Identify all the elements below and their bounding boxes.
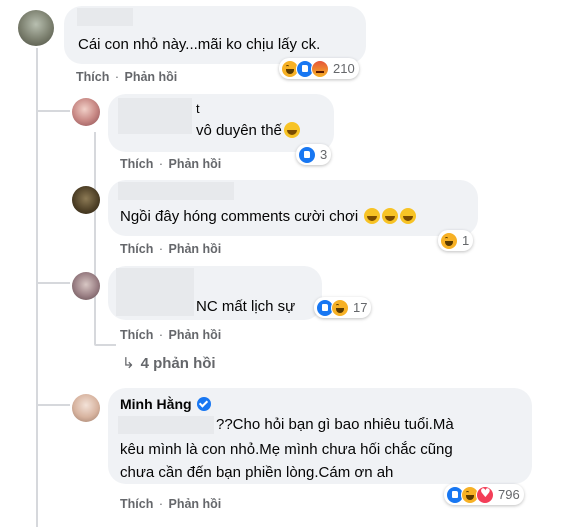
reaction-count: 210 [333, 61, 355, 76]
mentioned-name[interactable] [118, 416, 214, 434]
reply-link[interactable]: Phản hồi [168, 497, 221, 511]
comment-text-line: kêu mình là con nhỏ.Mẹ mình chưa hối chắ… [120, 441, 453, 458]
like-link[interactable]: Thích [120, 497, 153, 511]
like-link[interactable]: Thích [76, 70, 109, 84]
like-link[interactable]: Thích [120, 242, 153, 256]
view-replies-link[interactable]: ↳ 4 phản hồi [122, 354, 216, 372]
avatar[interactable] [18, 10, 54, 46]
replies-connector [94, 344, 116, 346]
reaction-summary[interactable]: 17 [314, 297, 372, 318]
comment-actions: Thích · Phản hồi [120, 497, 221, 511]
separator: · [114, 70, 119, 84]
haha-reaction-icon [331, 298, 349, 317]
reply-link[interactable]: Phản hồi [168, 242, 221, 256]
thread-line-main [36, 48, 38, 527]
reaction-count: 17 [353, 300, 368, 315]
thread-connector-4 [36, 404, 70, 406]
comment-text: vô duyên thế [196, 120, 300, 142]
comment-text: Cái con nhỏ này...mãi ko chịu lấy ck. [78, 36, 321, 53]
reply-link[interactable]: Phản hồi [168, 328, 221, 342]
love-reaction-icon [476, 485, 494, 504]
avatar[interactable] [72, 394, 100, 422]
author-name[interactable] [116, 268, 194, 316]
author-name[interactable]: Minh Hằng [120, 396, 211, 412]
author-name-fragment: t [196, 101, 200, 116]
comment-actions: Thích · Phản hồi [120, 157, 221, 171]
comment-actions: Thích · Phản hồi [120, 328, 221, 342]
comment-actions: Thích · Phản hồi [76, 70, 177, 84]
comment-text-line: chưa cần đến bạn phiền lòng.Cám ơn ah [120, 464, 394, 481]
comment-text: Ngồi đây hóng comments cười chơi [120, 206, 417, 228]
grinning-emoji-icon [382, 208, 399, 224]
angry-reaction-icon [311, 59, 329, 78]
comment-text: NC mất lịch sự [196, 298, 296, 315]
thread-connector-3 [36, 282, 70, 284]
avatar[interactable] [72, 186, 100, 214]
author-name[interactable] [118, 182, 234, 200]
reply-arrow-icon: ↳ [122, 354, 135, 372]
reaction-count: 796 [498, 487, 520, 502]
reaction-summary[interactable]: 796 [444, 484, 524, 505]
thread-line-replies [94, 132, 96, 344]
laughing-emoji-icon [283, 122, 300, 138]
grinning-emoji-icon [400, 208, 417, 224]
separator: · [158, 242, 163, 256]
reply-link[interactable]: Phản hồi [124, 70, 177, 84]
grinning-emoji-icon [364, 208, 381, 224]
comment-text-line: ??Cho hỏi bạn gì bao nhiêu tuổi.Mà [216, 416, 454, 433]
haha-reaction-icon [440, 231, 458, 250]
separator: · [158, 328, 163, 342]
author-name-text: Minh Hằng [120, 396, 192, 412]
avatar[interactable] [72, 272, 100, 300]
reaction-summary[interactable]: 3 [296, 144, 332, 165]
reaction-summary[interactable]: 1 [438, 230, 474, 251]
like-link[interactable]: Thích [120, 328, 153, 342]
like-reaction-icon [298, 145, 316, 164]
thread-connector-1 [36, 110, 70, 112]
reaction-count: 3 [320, 147, 328, 162]
separator: · [158, 497, 163, 511]
reaction-count: 1 [462, 233, 470, 248]
comment-actions: Thích · Phản hồi [120, 242, 221, 256]
reaction-summary[interactable]: 210 [279, 58, 359, 79]
separator: · [158, 157, 163, 171]
view-replies-label: 4 phản hồi [140, 355, 216, 372]
like-link[interactable]: Thích [120, 157, 153, 171]
avatar[interactable] [72, 98, 100, 126]
comment-text-body: Ngồi đây hóng comments cười chơi [120, 208, 359, 225]
author-name[interactable] [77, 8, 133, 26]
author-name[interactable] [118, 98, 192, 134]
verified-badge-icon [196, 397, 211, 411]
reply-link[interactable]: Phản hồi [168, 157, 221, 171]
comment-text-body: vô duyên thế [196, 122, 282, 139]
